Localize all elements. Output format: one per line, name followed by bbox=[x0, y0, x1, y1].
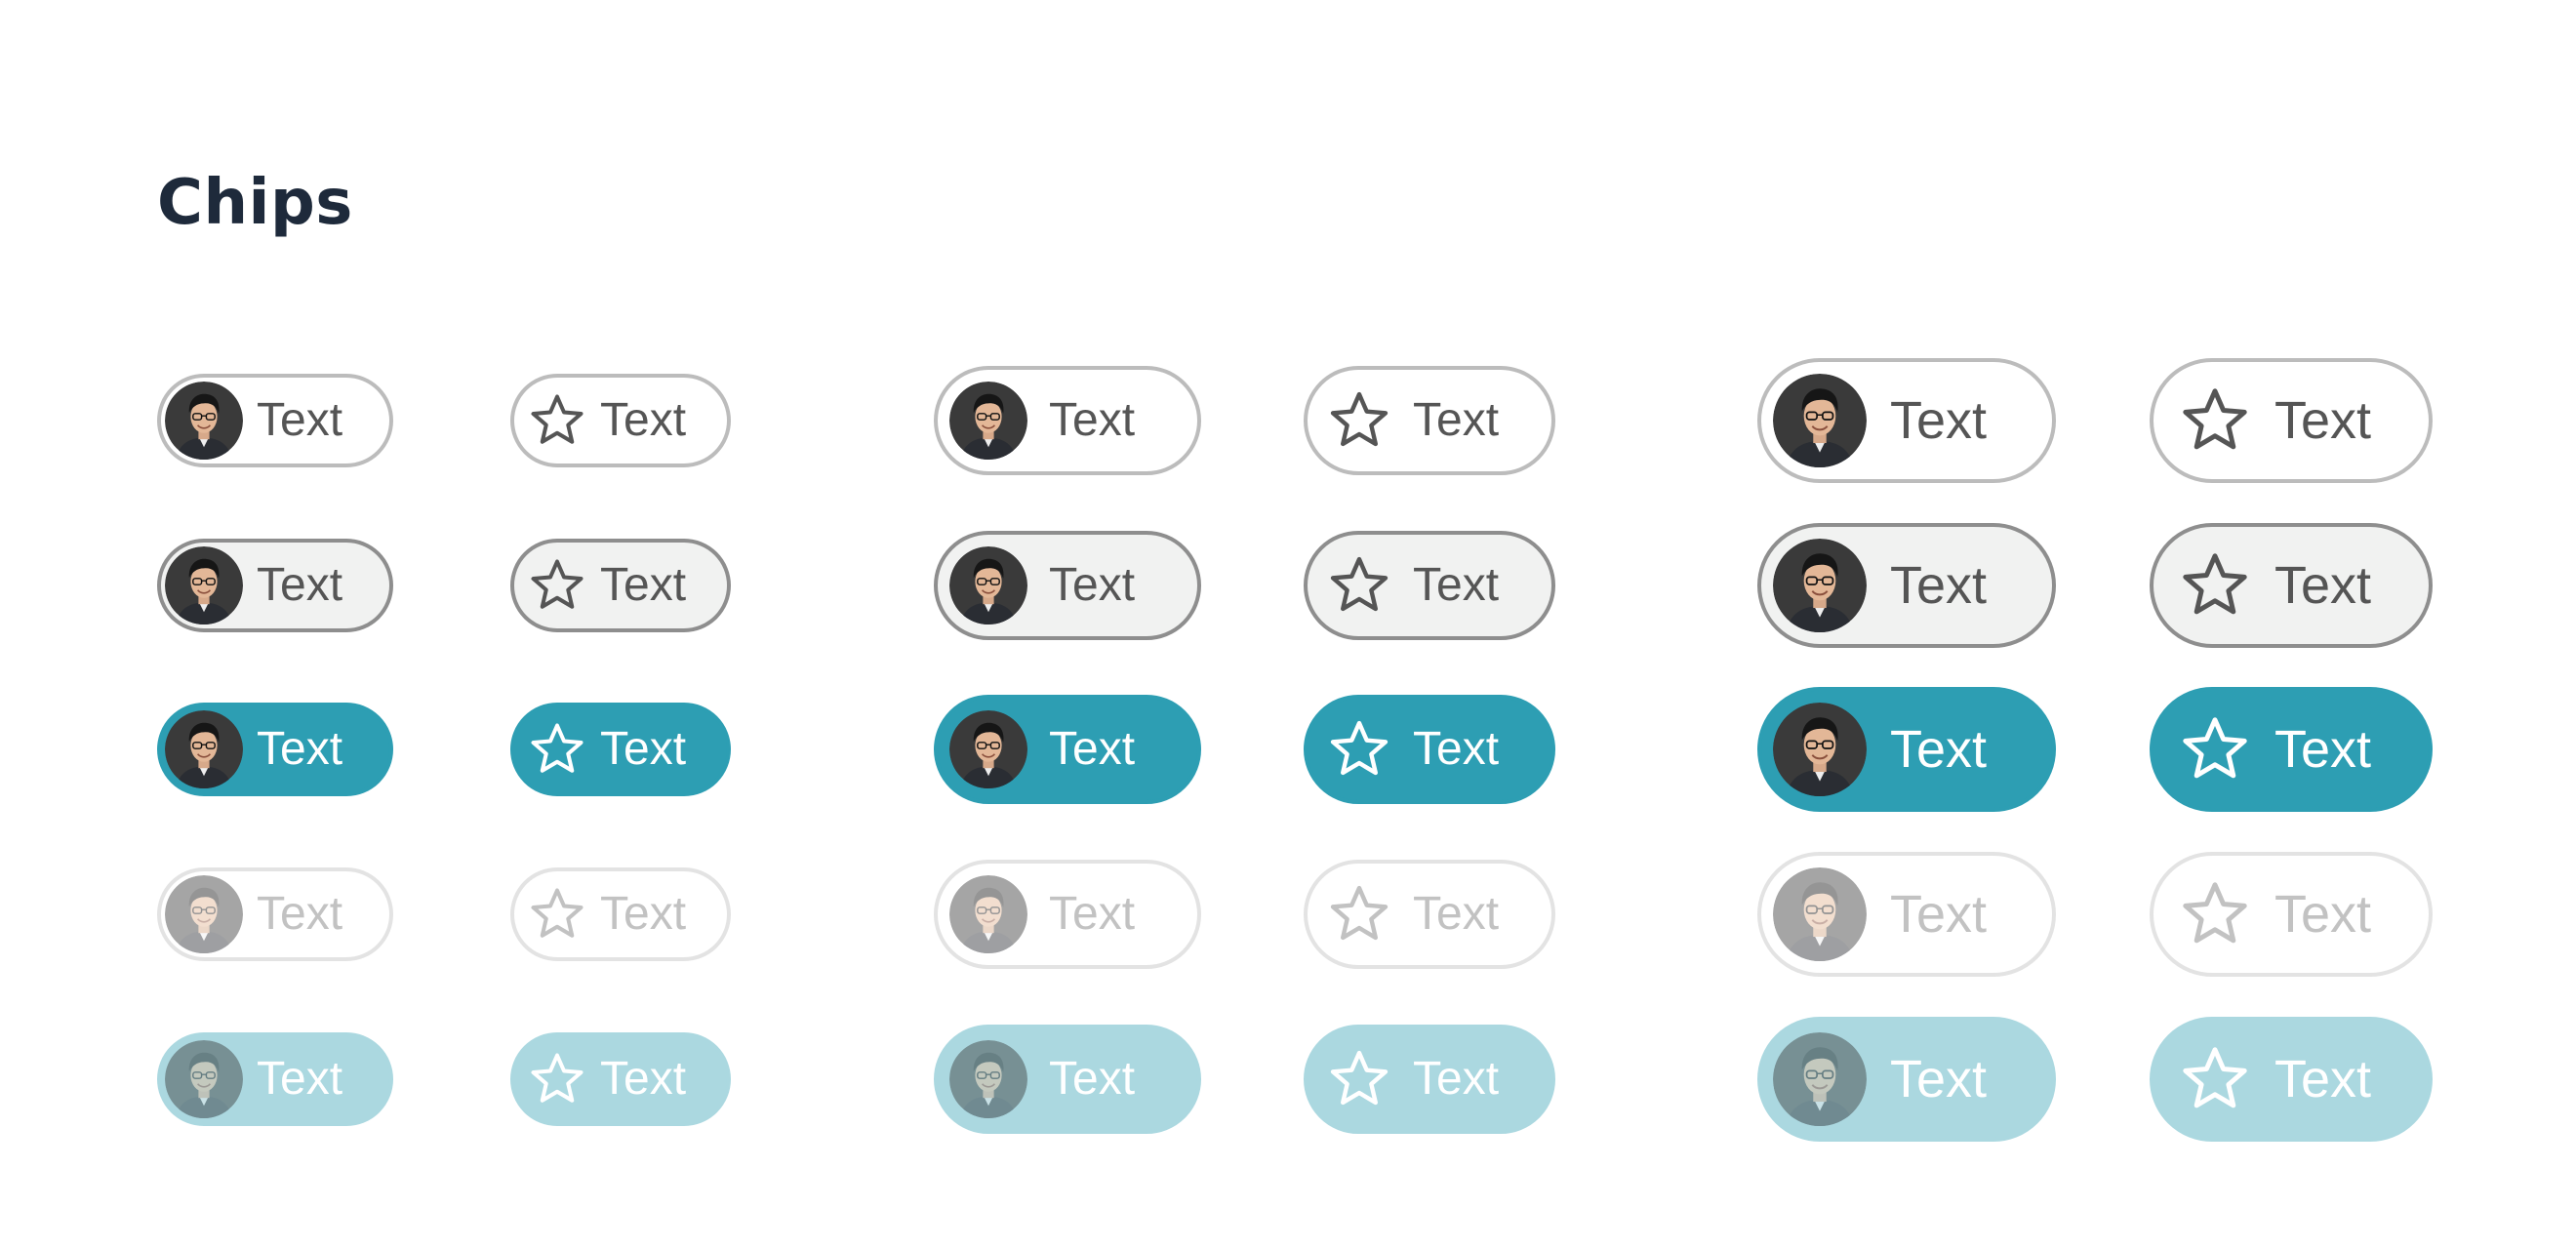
chip-label: Text bbox=[1413, 1053, 1500, 1105]
avatar bbox=[1773, 867, 1867, 961]
chip-avatar-small-disabled: Text bbox=[157, 867, 393, 961]
avatar bbox=[949, 382, 1027, 460]
star-icon bbox=[1330, 556, 1389, 612]
chip-icon-small-hover[interactable]: Text bbox=[510, 539, 731, 632]
chip-icon-medium-selected[interactable]: Text bbox=[1304, 695, 1555, 804]
chip-avatar-small-selected[interactable]: Text bbox=[157, 703, 393, 796]
chip-icon-small-default[interactable]: Text bbox=[510, 374, 731, 467]
page-title: Chips bbox=[157, 167, 353, 239]
chip-avatar-medium-selected[interactable]: Text bbox=[934, 695, 1201, 804]
chip-icon-small-disabled: Text bbox=[510, 867, 731, 961]
chip-icon-large-disabled-selected: Text bbox=[2150, 1017, 2433, 1142]
chip-label: Text bbox=[1413, 394, 1500, 446]
chip-avatar-medium-disabled-selected: Text bbox=[934, 1025, 1201, 1134]
chip-label: Text bbox=[1049, 723, 1136, 775]
chip-label: Text bbox=[257, 1053, 343, 1105]
avatar bbox=[165, 382, 243, 460]
star-icon bbox=[531, 559, 584, 609]
star-icon bbox=[2183, 388, 2247, 450]
chip-label: Text bbox=[1413, 888, 1500, 940]
chip-label: Text bbox=[600, 888, 687, 940]
star-icon bbox=[2183, 882, 2247, 944]
chip-icon-small-selected[interactable]: Text bbox=[510, 703, 731, 796]
star-icon bbox=[531, 1053, 584, 1103]
avatar bbox=[1773, 374, 1867, 467]
avatar bbox=[165, 1040, 243, 1118]
avatar bbox=[165, 875, 243, 953]
avatar bbox=[949, 710, 1027, 788]
chip-label: Text bbox=[2274, 556, 2372, 615]
chip-avatar-small-default[interactable]: Text bbox=[157, 374, 393, 467]
chip-avatar-medium-hover[interactable]: Text bbox=[934, 531, 1201, 640]
chip-avatar-medium-disabled: Text bbox=[934, 860, 1201, 969]
avatar bbox=[949, 546, 1027, 624]
chip-avatar-large-disabled-selected: Text bbox=[1757, 1017, 2056, 1142]
chip-avatar-large-disabled: Text bbox=[1757, 852, 2056, 977]
star-icon bbox=[1330, 391, 1389, 447]
star-icon bbox=[531, 394, 584, 444]
star-icon bbox=[2183, 717, 2247, 779]
chip-icon-large-default[interactable]: Text bbox=[2150, 358, 2433, 483]
chip-label: Text bbox=[600, 559, 687, 611]
avatar bbox=[165, 710, 243, 788]
chip-label: Text bbox=[600, 723, 687, 775]
star-icon bbox=[1330, 720, 1389, 776]
avatar bbox=[949, 875, 1027, 953]
star-icon bbox=[1330, 885, 1389, 941]
chip-avatar-small-disabled-selected: Text bbox=[157, 1032, 393, 1126]
chip-label: Text bbox=[2274, 720, 2372, 779]
chip-label: Text bbox=[1049, 1053, 1136, 1105]
star-icon bbox=[531, 723, 584, 773]
star-icon bbox=[2183, 1047, 2247, 1108]
chip-icon-small-disabled-selected: Text bbox=[510, 1032, 731, 1126]
chip-label: Text bbox=[2274, 391, 2372, 450]
chip-label: Text bbox=[600, 394, 687, 446]
chip-label: Text bbox=[1413, 723, 1500, 775]
chip-icon-large-disabled: Text bbox=[2150, 852, 2433, 977]
avatar bbox=[1773, 539, 1867, 632]
chip-icon-medium-disabled-selected: Text bbox=[1304, 1025, 1555, 1134]
chip-icon-medium-hover[interactable]: Text bbox=[1304, 531, 1555, 640]
chip-label: Text bbox=[1890, 391, 1988, 450]
avatar bbox=[1773, 1032, 1867, 1126]
chip-avatar-large-selected[interactable]: Text bbox=[1757, 687, 2056, 812]
chip-label: Text bbox=[1049, 888, 1136, 940]
chip-label: Text bbox=[257, 723, 343, 775]
avatar bbox=[165, 546, 243, 624]
chip-label: Text bbox=[257, 394, 343, 446]
chip-label: Text bbox=[1890, 556, 1988, 615]
chip-avatar-small-hover[interactable]: Text bbox=[157, 539, 393, 632]
avatar bbox=[949, 1040, 1027, 1118]
chip-avatar-medium-default[interactable]: Text bbox=[934, 366, 1201, 475]
chip-label: Text bbox=[1890, 885, 1988, 944]
chip-label: Text bbox=[2274, 1050, 2372, 1108]
chip-icon-medium-disabled: Text bbox=[1304, 860, 1555, 969]
star-icon bbox=[2183, 553, 2247, 615]
chip-label: Text bbox=[1049, 394, 1136, 446]
avatar bbox=[1773, 703, 1867, 796]
chip-icon-medium-default[interactable]: Text bbox=[1304, 366, 1555, 475]
chip-avatar-large-default[interactable]: Text bbox=[1757, 358, 2056, 483]
chip-icon-large-hover[interactable]: Text bbox=[2150, 523, 2433, 648]
chip-label: Text bbox=[1413, 559, 1500, 611]
chip-label: Text bbox=[1049, 559, 1136, 611]
chip-icon-large-selected[interactable]: Text bbox=[2150, 687, 2433, 812]
chip-label: Text bbox=[600, 1053, 687, 1105]
chip-label: Text bbox=[257, 888, 343, 940]
chip-label: Text bbox=[257, 559, 343, 611]
chip-label: Text bbox=[1890, 720, 1988, 779]
chip-avatar-large-hover[interactable]: Text bbox=[1757, 523, 2056, 648]
chip-label: Text bbox=[2274, 885, 2372, 944]
star-icon bbox=[1330, 1050, 1389, 1106]
chip-label: Text bbox=[1890, 1050, 1988, 1108]
star-icon bbox=[531, 888, 584, 938]
